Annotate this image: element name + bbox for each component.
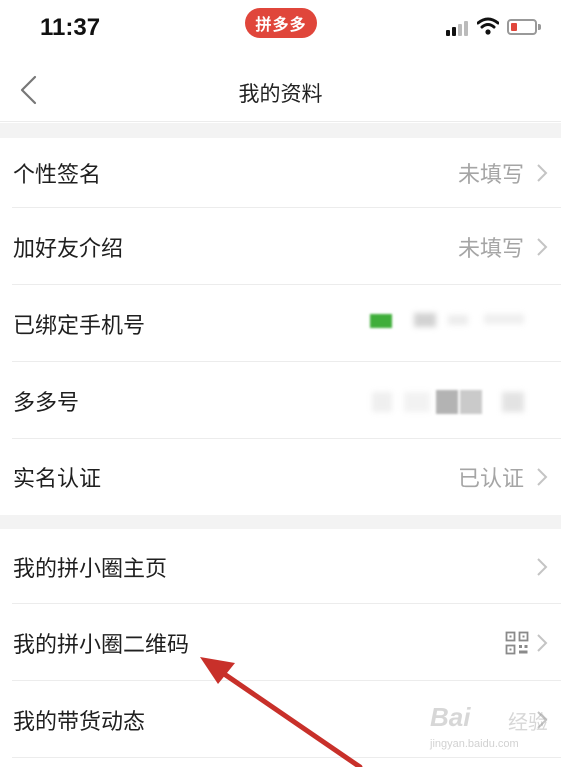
row-label: 我的拼小圈二维码	[13, 632, 190, 658]
row-circle-home[interactable]: 我的拼小圈主页	[0, 529, 561, 604]
chevron-right-icon	[537, 633, 548, 652]
section-gap	[0, 123, 561, 138]
row-duoduo-id[interactable]: 多多号	[0, 362, 561, 439]
divider	[12, 757, 561, 758]
row-phone[interactable]: 已绑定手机号	[0, 285, 561, 362]
status-time: 11:37	[40, 14, 101, 41]
row-signature[interactable]: 个性签名 未填写	[0, 138, 561, 208]
qr-code-icon	[505, 631, 529, 654]
chevron-right-icon	[537, 164, 548, 182]
app-badge: 拼多多	[245, 8, 317, 38]
row-friend-intro[interactable]: 加好友介绍 未填写	[0, 208, 561, 285]
battery-low-icon	[507, 19, 541, 35]
chevron-right-icon	[537, 557, 548, 576]
row-value: 已认证	[457, 467, 524, 492]
row-sales-feed[interactable]: 我的带货动态	[0, 681, 561, 758]
row-value: 未填写	[457, 236, 524, 262]
row-label: 实名认证	[13, 467, 102, 492]
chevron-right-icon	[537, 237, 548, 256]
nav-bar: 我的资料	[0, 58, 561, 122]
row-label: 加好友介绍	[13, 236, 124, 262]
section-gap	[0, 515, 561, 529]
page-title: 我的资料	[238, 82, 323, 106]
chevron-right-icon	[537, 468, 548, 486]
row-circle-qrcode[interactable]: 我的拼小圈二维码	[0, 604, 561, 681]
row-label: 我的带货动态	[13, 709, 146, 735]
row-real-name[interactable]: 实名认证 已认证	[0, 439, 561, 515]
row-label: 多多号	[13, 390, 80, 416]
status-bar: 11:37 拼多多	[0, 0, 561, 58]
wifi-icon	[477, 17, 499, 35]
row-label: 已绑定手机号	[13, 313, 146, 339]
row-label: 个性签名	[13, 163, 102, 188]
signal-icon	[446, 20, 468, 36]
chevron-right-icon	[537, 710, 548, 729]
row-label: 我的拼小圈主页	[13, 556, 168, 582]
row-value: 未填写	[457, 163, 524, 188]
